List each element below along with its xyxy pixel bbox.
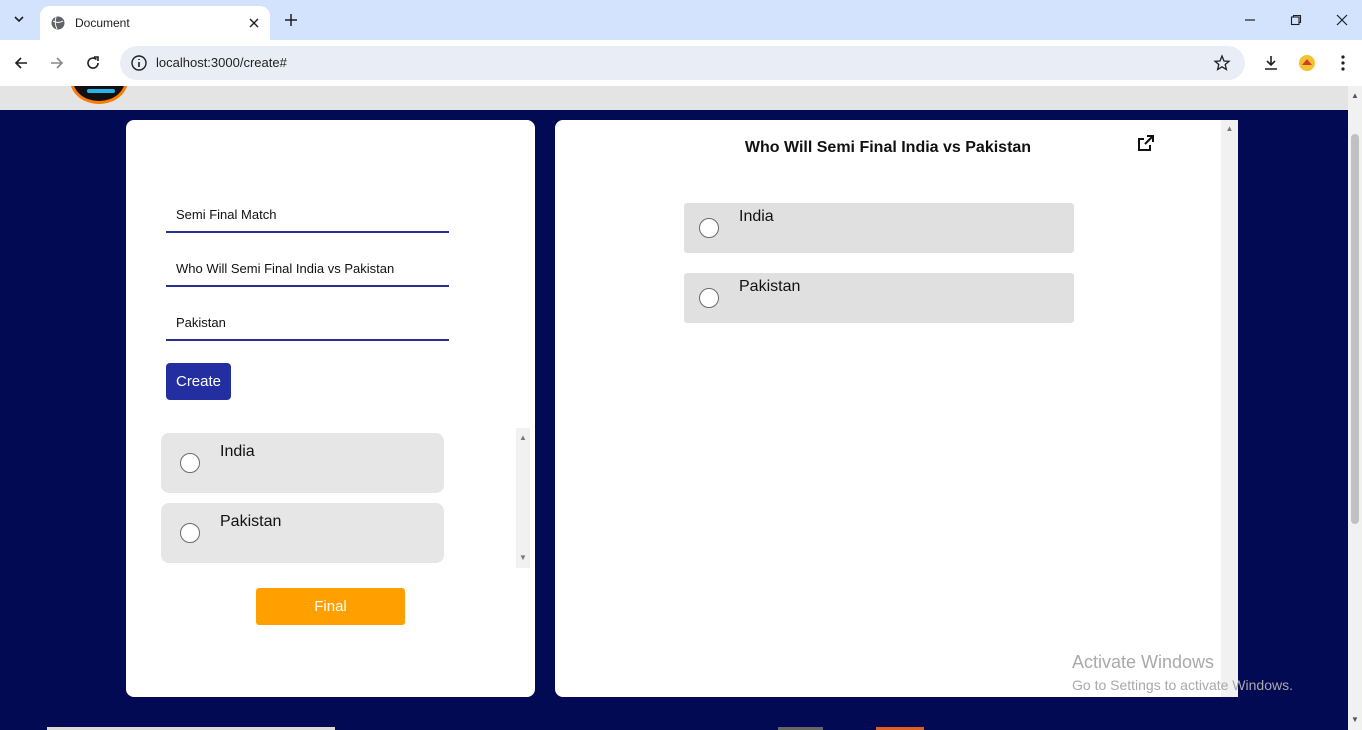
list-item[interactable]: Pakistan	[684, 273, 1074, 323]
poll-name-field[interactable]	[166, 198, 449, 233]
radio-button[interactable]	[699, 288, 719, 308]
radio-button[interactable]	[180, 453, 200, 473]
option-label: India	[220, 443, 255, 460]
option-label: Pakistan	[220, 513, 282, 530]
poll-title: Who Will Semi Final India vs Pakistan	[744, 139, 1032, 156]
url-text[interactable]: localhost:3000/create#	[156, 55, 287, 70]
scrollbar-thumb[interactable]	[1351, 134, 1359, 524]
close-icon[interactable]	[246, 15, 262, 31]
scroll-down-icon[interactable]: ▼	[519, 554, 527, 562]
scroll-up-icon[interactable]: ▲	[1351, 92, 1359, 100]
final-button[interactable]: Final	[256, 588, 405, 625]
radio-button[interactable]	[699, 218, 719, 238]
page-scrollbar[interactable]: ▲ ▼	[1348, 86, 1362, 730]
globe-icon	[50, 15, 66, 31]
tab-title: Document	[75, 16, 130, 30]
poll-option-input[interactable]	[166, 306, 449, 339]
list-item[interactable]: India	[161, 433, 444, 493]
watermark-title: Activate Windows	[1072, 652, 1215, 672]
list-item[interactable]: Pakistan	[161, 503, 444, 563]
poll-preview-card: Who Will Semi Final India vs Pakistan In…	[555, 120, 1238, 697]
poll-question-input[interactable]	[166, 252, 449, 285]
extension-icon[interactable]	[1295, 51, 1319, 75]
reload-icon[interactable]	[81, 51, 105, 75]
preview-scrollbar[interactable]: ▲	[1221, 120, 1238, 697]
page-content: Create India Pakistan ▲ ▼ Final Who Will…	[0, 86, 1348, 730]
poll-question-field[interactable]	[166, 252, 449, 287]
scroll-down-icon[interactable]: ▼	[1351, 716, 1359, 724]
scroll-up-icon[interactable]: ▲	[519, 434, 527, 442]
scroll-up-icon[interactable]: ▲	[1225, 124, 1234, 133]
menu-icon[interactable]	[1331, 51, 1355, 75]
radio-button[interactable]	[180, 523, 200, 543]
activation-watermark: Activate Windows Go to Settings to activ…	[1072, 652, 1293, 693]
create-button[interactable]: Create	[166, 363, 231, 400]
option-list-scrollbar[interactable]: ▲ ▼	[516, 428, 530, 568]
back-icon[interactable]	[9, 51, 33, 75]
tab-strip: Document	[0, 0, 1362, 40]
option-list: India Pakistan ▲ ▼	[156, 428, 534, 568]
poll-name-input[interactable]	[166, 198, 449, 231]
watermark-subtitle: Go to Settings to activate Windows.	[1072, 677, 1293, 693]
window-close-icon[interactable]	[1330, 8, 1354, 32]
download-icon[interactable]	[1259, 51, 1283, 75]
option-label: India	[739, 208, 774, 225]
plus-icon[interactable]	[280, 9, 302, 31]
restore-icon[interactable]	[1284, 8, 1308, 32]
star-icon[interactable]	[1213, 54, 1231, 72]
browser-tab[interactable]: Document	[40, 6, 270, 40]
list-item[interactable]: India	[684, 203, 1074, 253]
tab-search-icon[interactable]	[8, 8, 30, 30]
address-bar[interactable]: localhost:3000/create#	[120, 46, 1245, 80]
minimize-icon[interactable]	[1238, 8, 1262, 32]
poll-option-field[interactable]	[166, 306, 449, 341]
browser-toolbar: localhost:3000/create#	[0, 40, 1362, 86]
site-header	[0, 86, 1348, 110]
option-label: Pakistan	[739, 278, 801, 295]
share-icon[interactable]	[1137, 134, 1155, 152]
info-icon[interactable]	[130, 54, 148, 72]
create-poll-card: Create India Pakistan ▲ ▼ Final	[126, 120, 535, 697]
forward-icon[interactable]	[45, 51, 69, 75]
